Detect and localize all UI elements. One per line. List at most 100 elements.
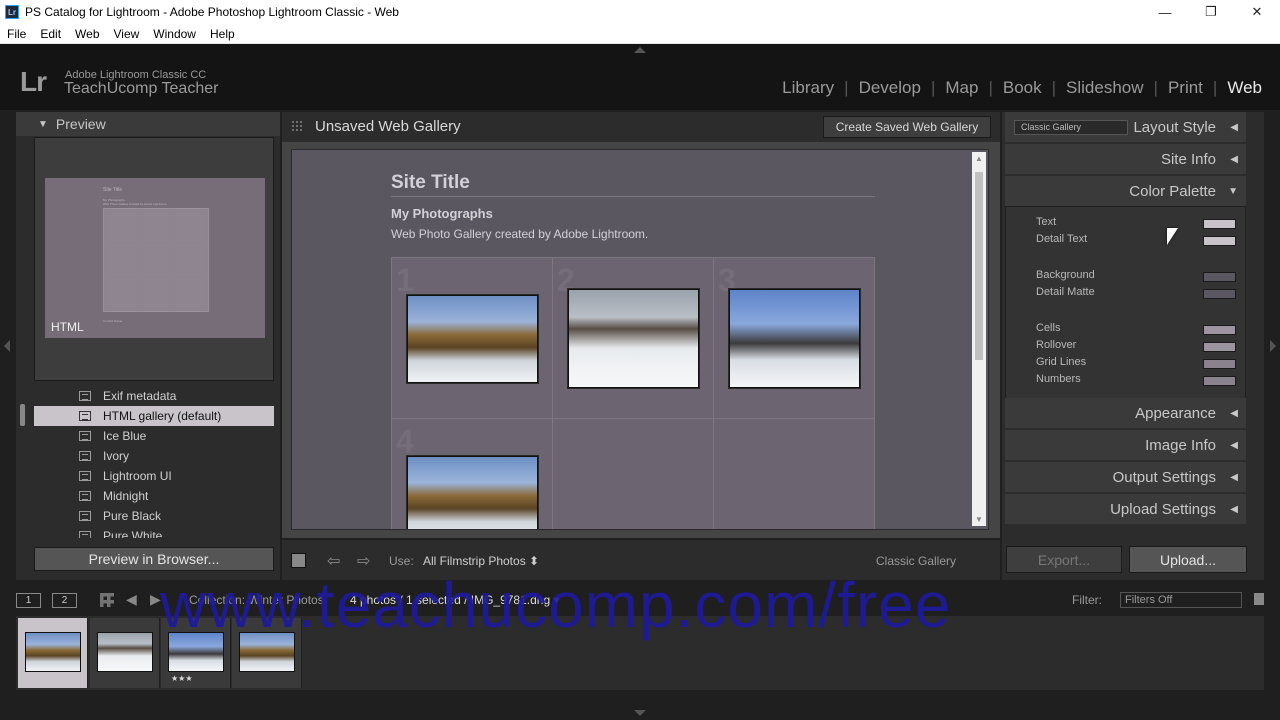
module-print[interactable]: Print [1158, 78, 1213, 98]
create-saved-web-gallery-button[interactable]: Create Saved Web Gallery [823, 116, 991, 138]
menu-help[interactable]: Help [203, 27, 242, 41]
color-swatch[interactable] [1203, 325, 1236, 335]
palette-label: Rollover [1036, 339, 1077, 351]
filter-select[interactable]: Filters Off [1120, 592, 1242, 608]
template-item[interactable]: Ivory [34, 446, 274, 466]
upload-button[interactable]: Upload... [1129, 546, 1247, 573]
preview-panel-header[interactable]: ▼ Preview [16, 112, 280, 136]
template-icon [79, 531, 91, 538]
scrollbar-thumb[interactable] [975, 172, 983, 360]
appearance-header[interactable]: Appearance ◀ [1005, 398, 1246, 428]
appearance-title: Appearance [1135, 404, 1216, 422]
cell-number: 4 [396, 423, 414, 459]
window-title: PS Catalog for Lightroom - Adobe Photosh… [25, 5, 399, 19]
web-gallery-preview: Site Title My Photographs Web Photo Gall… [291, 149, 989, 530]
layout-style-select[interactable]: Classic Gallery [1014, 120, 1128, 135]
color-swatch[interactable] [1203, 272, 1236, 282]
menu-file[interactable]: File [0, 27, 33, 41]
site-info-header[interactable]: Site Info ◀ [1005, 144, 1246, 174]
restore-button[interactable]: ❐ [1188, 0, 1234, 24]
grid-cell[interactable]: 4 [392, 419, 553, 529]
menu-web[interactable]: Web [68, 27, 106, 41]
collection-title[interactable]: My Photographs [391, 206, 493, 221]
template-icon [79, 451, 91, 461]
expand-triangle-icon: ▼ [1228, 185, 1238, 197]
color-swatch[interactable] [1203, 342, 1236, 352]
template-label: Midnight [103, 489, 149, 503]
grid-view-icon[interactable] [100, 593, 114, 607]
module-web[interactable]: Web [1217, 78, 1262, 98]
template-preview: Site Title My Photographs Web Photo Gall… [34, 137, 274, 381]
menu-view[interactable]: View [107, 27, 147, 41]
menu-edit[interactable]: Edit [33, 27, 68, 41]
module-book[interactable]: Book [993, 78, 1052, 98]
close-button[interactable]: ✕ [1234, 0, 1280, 24]
template-item[interactable]: Exif metadata [34, 386, 274, 406]
use-label: Use: [389, 554, 414, 568]
template-item[interactable]: Pure White [34, 526, 274, 538]
template-item[interactable]: Pure Black [34, 506, 274, 526]
web-preview-area: Site Title My Photographs Web Photo Gall… [282, 142, 1000, 538]
collapse-top-panel-icon[interactable] [634, 47, 646, 53]
menu-window[interactable]: Window [146, 27, 203, 41]
palette-label: Numbers [1036, 373, 1081, 385]
grid-cell[interactable]: 3 [714, 258, 875, 419]
preview-panel-title: Preview [55, 116, 106, 132]
color-palette-header[interactable]: Color Palette ▼ [1005, 176, 1246, 206]
template-label: Lightroom UI [103, 469, 172, 483]
color-swatch[interactable] [1203, 359, 1236, 369]
module-slideshow[interactable]: Slideshow [1056, 78, 1154, 98]
image-info-header[interactable]: Image Info ◀ [1005, 430, 1246, 460]
color-swatch[interactable] [1203, 236, 1236, 246]
template-item-selected[interactable]: HTML gallery (default) [34, 406, 274, 426]
upload-settings-header[interactable]: Upload Settings ◀ [1005, 494, 1246, 524]
primary-window-button[interactable]: 1 [16, 593, 41, 608]
template-item[interactable]: Lightroom UI [34, 466, 274, 486]
module-develop[interactable]: Develop [849, 78, 931, 98]
scroll-down-icon[interactable]: ▼ [975, 515, 983, 524]
palette-row-grid-lines: Grid Lines [1036, 356, 1236, 372]
filmstrip-frame-selected[interactable] [18, 618, 88, 688]
photo-thumbnail[interactable] [407, 456, 538, 529]
export-button[interactable]: Export... [1006, 546, 1122, 573]
photo-thumbnail[interactable] [407, 295, 538, 383]
collapse-triangle-icon: ◀ [1230, 121, 1238, 133]
filmstrip-back-icon[interactable]: ◀ [126, 591, 137, 608]
grid-cell[interactable]: 1 [392, 258, 553, 419]
template-list-scrollbar[interactable] [20, 404, 25, 426]
output-settings-header[interactable]: Output Settings ◀ [1005, 462, 1246, 492]
template-item[interactable]: Midnight [34, 486, 274, 506]
template-item[interactable]: Ice Blue [34, 426, 274, 446]
layout-style-header[interactable]: Classic Gallery Layout Style ◀ [1005, 112, 1246, 142]
color-swatch[interactable] [1203, 376, 1236, 386]
lightroom-app-icon: Lr [5, 5, 19, 19]
collapse-right-panel-icon[interactable] [1270, 340, 1276, 352]
filmstrip-frame[interactable] [90, 618, 160, 688]
filter-label: Filter: [1072, 593, 1102, 607]
filmstrip-thumbnail [25, 632, 81, 672]
secondary-window-button[interactable]: 2 [52, 593, 77, 608]
filter-lock-icon[interactable] [1254, 593, 1264, 605]
photo-thumbnail[interactable] [568, 289, 699, 388]
collapse-left-panel-icon[interactable] [4, 340, 10, 352]
photo-thumbnail[interactable] [729, 289, 860, 388]
template-icon [79, 411, 91, 421]
collection-description[interactable]: Web Photo Gallery created by Adobe Light… [391, 227, 648, 241]
template-icon [79, 471, 91, 481]
identity-plate: Lr Adobe Lightroom Classic CC TeachUcomp… [0, 44, 1280, 110]
user-identity: TeachUcomp Teacher [64, 80, 219, 97]
module-map[interactable]: Map [935, 78, 988, 98]
watermark-text: www.teachucomp.com/free [160, 569, 952, 641]
grid-cell[interactable]: 2 [553, 258, 714, 419]
preview-scrollbar[interactable]: ▲ ▼ [972, 152, 986, 526]
template-label: Pure White [103, 529, 163, 538]
collapse-filmstrip-icon[interactable] [634, 710, 646, 716]
use-dropdown[interactable]: All Filmstrip Photos ⬍ [423, 554, 539, 568]
module-library[interactable]: Library [772, 78, 844, 98]
scroll-up-icon[interactable]: ▲ [975, 154, 983, 163]
color-swatch[interactable] [1203, 289, 1236, 299]
minimize-button[interactable]: — [1142, 0, 1188, 24]
color-swatch[interactable] [1203, 219, 1236, 229]
stop-button[interactable] [291, 553, 306, 568]
site-title[interactable]: Site Title [391, 172, 470, 194]
